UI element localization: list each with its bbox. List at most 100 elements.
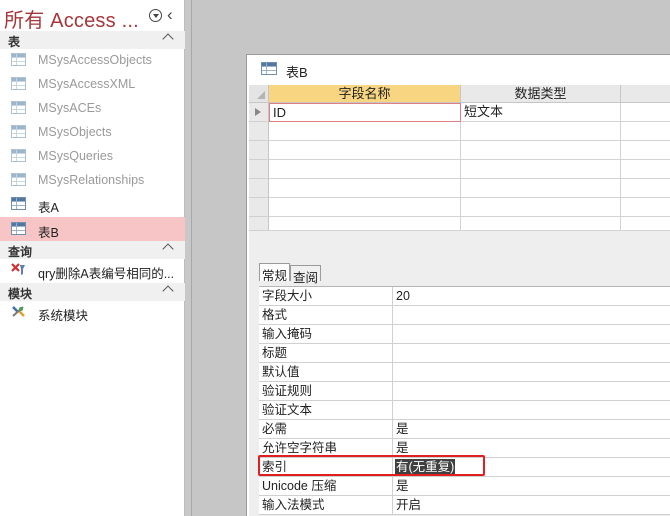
data-type-cell[interactable] xyxy=(461,179,621,198)
table-icon xyxy=(11,125,26,138)
nav-item-table[interactable]: 表A xyxy=(0,192,185,216)
field-name-cell[interactable] xyxy=(269,122,461,141)
description-cell[interactable] xyxy=(621,160,670,179)
property-row[interactable]: 格式 xyxy=(259,306,670,325)
description-cell[interactable] xyxy=(621,217,670,231)
property-row[interactable]: 输入法模式 开启 xyxy=(259,496,670,515)
group-header-modules[interactable]: 模块 xyxy=(0,283,185,301)
property-value[interactable]: 开启 xyxy=(393,496,421,514)
property-row[interactable]: 验证规则 xyxy=(259,382,670,401)
table-icon xyxy=(11,197,26,210)
navigation-pane: 所有 Access ... ‹ 表 MSysAccessObjects MSys… xyxy=(0,0,185,516)
property-row[interactable]: Unicode 压缩 是 xyxy=(259,477,670,496)
nav-item-table[interactable]: MSysAccessXML xyxy=(0,72,185,96)
field-name-cell[interactable]: ID xyxy=(269,103,461,122)
nav-item-table-selected[interactable]: 表B xyxy=(0,217,185,241)
data-type-cell[interactable] xyxy=(461,141,621,160)
nav-item-label: 系统模块 xyxy=(38,309,89,323)
property-row[interactable]: 标题 xyxy=(259,344,670,363)
grid-select-all[interactable] xyxy=(249,85,269,103)
property-name: 输入掩码 xyxy=(259,325,393,343)
nav-title[interactable]: 所有 Access ... xyxy=(4,4,139,33)
property-name: 字段大小 xyxy=(259,287,393,305)
data-type-cell[interactable]: 短文本 xyxy=(461,103,621,122)
field-name-cell[interactable] xyxy=(269,198,461,217)
tab-lookup[interactable]: 查阅 xyxy=(290,265,322,285)
property-value[interactable]: 20 xyxy=(393,287,410,305)
field-name-cell[interactable] xyxy=(269,160,461,179)
property-value[interactable]: 是 xyxy=(393,477,409,495)
column-header-description[interactable] xyxy=(621,85,670,103)
description-cell[interactable] xyxy=(621,103,670,122)
field-name-cell[interactable] xyxy=(269,179,461,198)
description-cell[interactable] xyxy=(621,141,670,160)
nav-item-label: MSysACEs xyxy=(38,101,102,115)
row-selector[interactable] xyxy=(249,160,269,179)
property-value[interactable] xyxy=(393,344,396,362)
row-selector[interactable] xyxy=(249,122,269,141)
data-type-cell[interactable] xyxy=(461,217,621,231)
nav-item-query[interactable]: qry删除A表编号相同的... xyxy=(0,258,185,282)
field-grid: 字段名称 数据类型 ID 短文本 xyxy=(249,85,670,231)
chevron-up-icon xyxy=(162,243,174,255)
field-name-cell[interactable] xyxy=(269,141,461,160)
properties-table: 字段大小 20 格式 输入掩码 标题 默认值 验证规则 验证文本 必需 是 允许… xyxy=(259,286,670,515)
row-selector[interactable] xyxy=(249,103,269,122)
property-row[interactable]: 必需 是 xyxy=(259,420,670,439)
nav-item-table[interactable]: MSysRelationships xyxy=(0,168,185,192)
description-cell[interactable] xyxy=(621,179,670,198)
row-selector[interactable] xyxy=(249,141,269,160)
nav-item-table[interactable]: MSysACEs xyxy=(0,96,185,120)
field-name-cell[interactable] xyxy=(269,217,461,231)
group-header-queries[interactable]: 查询 xyxy=(0,241,185,259)
nav-item-label: MSysAccessObjects xyxy=(38,53,152,67)
property-value[interactable] xyxy=(393,306,396,324)
property-row[interactable]: 字段大小 20 xyxy=(259,287,670,306)
description-cell[interactable] xyxy=(621,122,670,141)
table-icon xyxy=(261,62,277,75)
nav-item-label: 表A xyxy=(38,201,59,215)
property-value[interactable] xyxy=(393,363,396,381)
property-row[interactable]: 默认值 xyxy=(259,363,670,382)
nav-item-label: qry删除A表编号相同的... xyxy=(38,267,175,281)
dropdown-circle-icon[interactable] xyxy=(149,9,162,22)
property-row[interactable]: 输入掩码 xyxy=(259,325,670,344)
data-type-cell[interactable] xyxy=(461,198,621,217)
group-header-tables[interactable]: 表 xyxy=(0,31,185,49)
nav-header: 所有 Access ... ‹ xyxy=(0,0,185,33)
nav-item-label: MSysAccessXML xyxy=(38,77,136,91)
property-value[interactable] xyxy=(393,382,396,400)
property-name: 格式 xyxy=(259,306,393,324)
nav-item-table[interactable]: MSysAccessObjects xyxy=(0,48,185,72)
property-name: 输入法模式 xyxy=(259,496,393,514)
nav-item-table[interactable]: MSysObjects xyxy=(0,120,185,144)
chevron-left-icon[interactable]: ‹ xyxy=(167,5,173,25)
tab-general[interactable]: 常规 xyxy=(259,263,291,283)
nav-item-label: MSysObjects xyxy=(38,125,112,139)
row-selector[interactable] xyxy=(249,179,269,198)
data-type-cell[interactable] xyxy=(461,160,621,179)
property-value[interactable]: 是 xyxy=(393,420,409,438)
nav-item-table[interactable]: MSysQueries xyxy=(0,144,185,168)
nav-item-module[interactable]: 系统模块 xyxy=(0,300,185,324)
table-design-window: 表B 字段名称 数据类型 ID 短文本 常规 查阅 字段大小 20 格式 输入掩… xyxy=(246,54,670,516)
property-row[interactable]: 验证文本 xyxy=(259,401,670,420)
property-value[interactable] xyxy=(393,325,396,343)
table-icon xyxy=(11,101,26,114)
highlight-annotation-box xyxy=(258,455,485,476)
document-tab[interactable]: 表B xyxy=(247,55,670,85)
property-name: 标题 xyxy=(259,344,393,362)
property-name: Unicode 压缩 xyxy=(259,477,393,495)
property-name: 必需 xyxy=(259,420,393,438)
table-icon xyxy=(11,53,26,66)
row-selector[interactable] xyxy=(249,198,269,217)
chevron-up-icon xyxy=(162,285,174,297)
column-header-field-name[interactable]: 字段名称 xyxy=(269,85,461,103)
row-selector[interactable] xyxy=(249,217,269,231)
data-type-cell[interactable] xyxy=(461,122,621,141)
property-value[interactable] xyxy=(393,401,396,419)
table-icon xyxy=(11,77,26,90)
description-cell[interactable] xyxy=(621,198,670,217)
column-header-data-type[interactable]: 数据类型 xyxy=(461,85,621,103)
module-icon xyxy=(12,306,25,317)
